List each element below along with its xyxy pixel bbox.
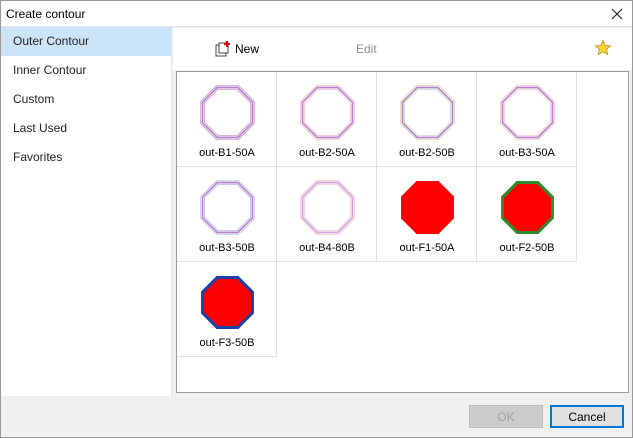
close-icon xyxy=(611,8,623,20)
contour-line xyxy=(303,183,352,232)
contour-tile-label: out-B3-50A xyxy=(499,147,555,159)
contour-preview-icon xyxy=(300,180,355,235)
sidebar-item-last-used[interactable]: Last Used xyxy=(1,114,171,143)
contour-tile[interactable]: out-B2-50B xyxy=(377,72,477,167)
sidebar-item-inner-contour[interactable]: Inner Contour xyxy=(1,56,171,85)
title-bar: Create contour xyxy=(1,1,632,27)
new-button-label: New xyxy=(235,42,260,56)
contour-line xyxy=(400,85,455,140)
contour-tile[interactable]: out-B3-50A xyxy=(477,72,577,167)
contour-line xyxy=(201,86,254,139)
contour-line xyxy=(200,85,255,140)
contour-preview-icon xyxy=(300,85,355,140)
edit-button[interactable]: Edit xyxy=(356,42,377,56)
contour-tile[interactable]: out-B4-80B xyxy=(277,167,377,262)
contour-line xyxy=(501,86,554,139)
contour-preview-icon xyxy=(400,85,455,140)
contour-tile[interactable]: out-B3-50B xyxy=(177,167,277,262)
star-icon xyxy=(594,39,612,56)
contour-tile-label: out-B1-50A xyxy=(199,147,255,159)
contour-line xyxy=(300,85,355,140)
contour-tile-label: out-B4-80B xyxy=(299,242,355,254)
contour-preview-icon xyxy=(401,181,454,234)
contour-line xyxy=(403,88,452,137)
contour-preview-icon xyxy=(500,85,555,140)
cancel-button[interactable]: Cancel xyxy=(550,405,624,428)
sidebar-item-outer-contour[interactable]: Outer Contour xyxy=(1,27,171,56)
sidebar-item-custom[interactable]: Custom xyxy=(1,85,171,114)
contour-tile-label: out-B2-50A xyxy=(299,147,355,159)
ok-button[interactable]: OK xyxy=(469,405,543,428)
contour-line xyxy=(203,183,252,232)
dialog-title: Create contour xyxy=(6,7,86,21)
new-button[interactable]: New xyxy=(214,40,259,58)
contour-line xyxy=(301,181,354,234)
contour-tile[interactable]: out-F3-50B xyxy=(177,262,277,357)
contour-line xyxy=(201,181,254,234)
contour-preview-icon xyxy=(200,85,255,140)
contour-preview-icon xyxy=(200,180,255,235)
contour-shape xyxy=(401,181,454,234)
contour-line xyxy=(401,86,454,139)
contour-line xyxy=(503,88,552,137)
contour-line xyxy=(200,180,255,235)
favorite-button[interactable] xyxy=(594,39,612,57)
contour-tile-label: out-F1-50A xyxy=(399,242,455,254)
contour-line xyxy=(300,180,355,235)
create-contour-dialog: Create contour Outer Contour Inner Conto… xyxy=(0,0,633,438)
contour-tile[interactable]: out-F2-50B xyxy=(477,167,577,262)
contour-tile[interactable]: out-F1-50A xyxy=(377,167,477,262)
close-button[interactable] xyxy=(608,5,626,23)
contour-gallery: out-B1-50A out-B2-50A out-B2-50B out-B3-50A… xyxy=(176,71,629,393)
contour-tile[interactable]: out-B2-50A xyxy=(277,72,377,167)
contour-tile-label: out-B2-50B xyxy=(399,147,455,159)
contour-tile-label: out-B3-50B xyxy=(199,242,255,254)
new-contour-icon xyxy=(215,41,230,57)
contour-line xyxy=(203,88,252,137)
category-sidebar: Outer Contour Inner Contour Custom Last … xyxy=(1,27,172,396)
contour-line xyxy=(303,88,352,137)
contour-preview-icon xyxy=(201,276,254,329)
contour-tile-label: out-F2-50B xyxy=(499,242,555,254)
contour-line xyxy=(301,86,354,139)
dialog-footer: OK Cancel xyxy=(1,397,632,437)
toolbar: New Edit xyxy=(173,28,632,70)
contour-tile-label: out-F3-50B xyxy=(199,337,255,349)
sidebar-item-favorites[interactable]: Favorites xyxy=(1,143,171,172)
contour-line xyxy=(500,85,555,140)
contour-shape xyxy=(201,276,254,329)
contour-shape xyxy=(501,181,554,234)
contour-preview-icon xyxy=(501,181,554,234)
contour-tile[interactable]: out-B1-50A xyxy=(177,72,277,167)
